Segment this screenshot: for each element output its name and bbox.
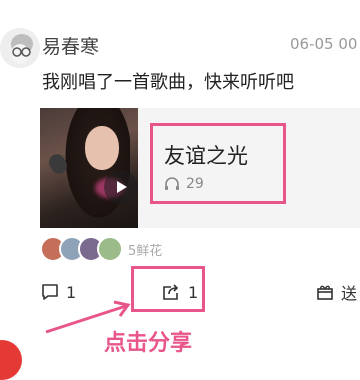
flower-count: 5鲜花 <box>128 243 163 259</box>
gift-button[interactable]: 送 <box>315 280 357 304</box>
share-highlight <box>131 266 205 312</box>
user-avatar[interactable] <box>0 28 40 68</box>
username[interactable]: 易春寒 <box>42 32 99 59</box>
next-post-avatar[interactable] <box>0 340 22 380</box>
gift-icon <box>317 285 333 300</box>
flower-avatar <box>97 236 123 262</box>
play-button[interactable] <box>104 170 138 204</box>
play-icon <box>117 181 127 193</box>
annotation-text: 点击分享 <box>104 331 193 356</box>
gift-label: 送 <box>341 284 358 303</box>
avatar-image <box>0 28 40 68</box>
post-timestamp: 06-05 00 <box>290 35 358 53</box>
flowers-row[interactable]: 5鲜花 <box>40 236 162 262</box>
song-thumbnail[interactable] <box>40 108 138 228</box>
song-info-highlight <box>150 123 286 204</box>
post-text: 我刚唱了一首歌曲，快来听听吧 <box>42 72 294 93</box>
